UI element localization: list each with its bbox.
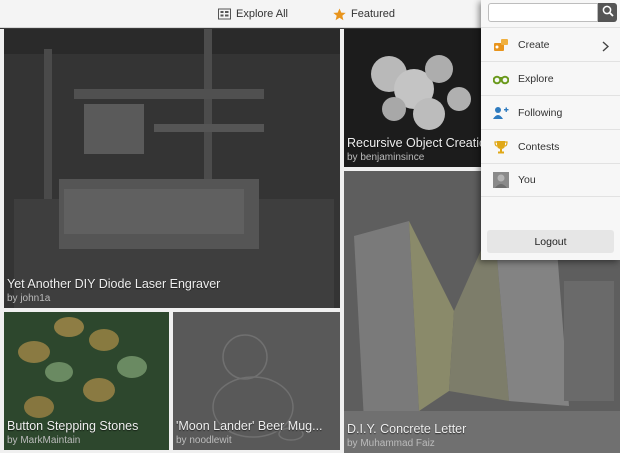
create-icon <box>493 37 509 53</box>
project-title: Button Stepping Stones <box>7 419 139 433</box>
menu-item-label: Explore <box>518 72 554 85</box>
search-bar <box>488 3 617 22</box>
project-title: 'Moon Lander' Beer Mug... <box>176 419 323 433</box>
search-icon <box>602 4 614 22</box>
project-tile[interactable]: 'Moon Lander' Beer Mug... by noodlewit <box>173 312 340 450</box>
project-info: 'Moon Lander' Beer Mug... by noodlewit <box>176 419 336 446</box>
chevron-right-icon <box>602 39 610 57</box>
menu-item-create[interactable]: Create <box>481 27 620 61</box>
featured-label: Featured <box>351 8 396 20</box>
following-icon <box>493 105 509 121</box>
user-menu: Create Explore Following Contests You <box>481 27 620 197</box>
menu-item-explore[interactable]: Explore <box>481 61 620 95</box>
project-tile[interactable]: Yet Another DIY Diode Laser Engraver by … <box>4 29 340 308</box>
project-image <box>4 29 340 308</box>
project-author: by noodlewit <box>176 435 232 446</box>
project-author: by john1a <box>7 293 51 304</box>
explore-all-icon <box>218 8 231 21</box>
menu-item-you[interactable]: You <box>481 163 620 197</box>
logout-button[interactable]: Logout <box>487 230 614 253</box>
project-info: Button Stepping Stones by MarkMaintain <box>7 419 165 446</box>
project-info: D.I.Y. Concrete Letter by Muhammad Faiz <box>347 422 616 449</box>
avatar <box>493 172 509 188</box>
project-info: Yet Another DIY Diode Laser Engraver by … <box>7 277 336 304</box>
menu-item-following[interactable]: Following <box>481 95 620 129</box>
project-title: D.I.Y. Concrete Letter <box>347 422 467 436</box>
search-input[interactable] <box>488 3 598 22</box>
menu-item-label: Contests <box>518 140 560 153</box>
menu-item-label: Create <box>518 38 550 51</box>
explore-all-button[interactable]: Explore All <box>218 6 288 22</box>
star-icon <box>333 8 346 21</box>
project-author: by MarkMaintain <box>7 435 81 446</box>
trophy-icon <box>493 139 509 155</box>
explore-all-label: Explore All <box>236 8 288 20</box>
user-menu-panel: Create Explore Following Contests You Lo… <box>481 0 620 260</box>
project-tile[interactable]: Button Stepping Stones by MarkMaintain <box>4 312 169 450</box>
menu-item-contests[interactable]: Contests <box>481 129 620 163</box>
explore-icon <box>493 71 509 87</box>
project-author: by Muhammad Faiz <box>347 438 435 449</box>
featured-button[interactable]: Featured <box>333 6 395 22</box>
menu-item-label: You <box>518 174 536 186</box>
project-title: Yet Another DIY Diode Laser Engraver <box>7 277 221 291</box>
search-button[interactable] <box>598 3 617 22</box>
menu-item-label: Following <box>518 106 563 119</box>
